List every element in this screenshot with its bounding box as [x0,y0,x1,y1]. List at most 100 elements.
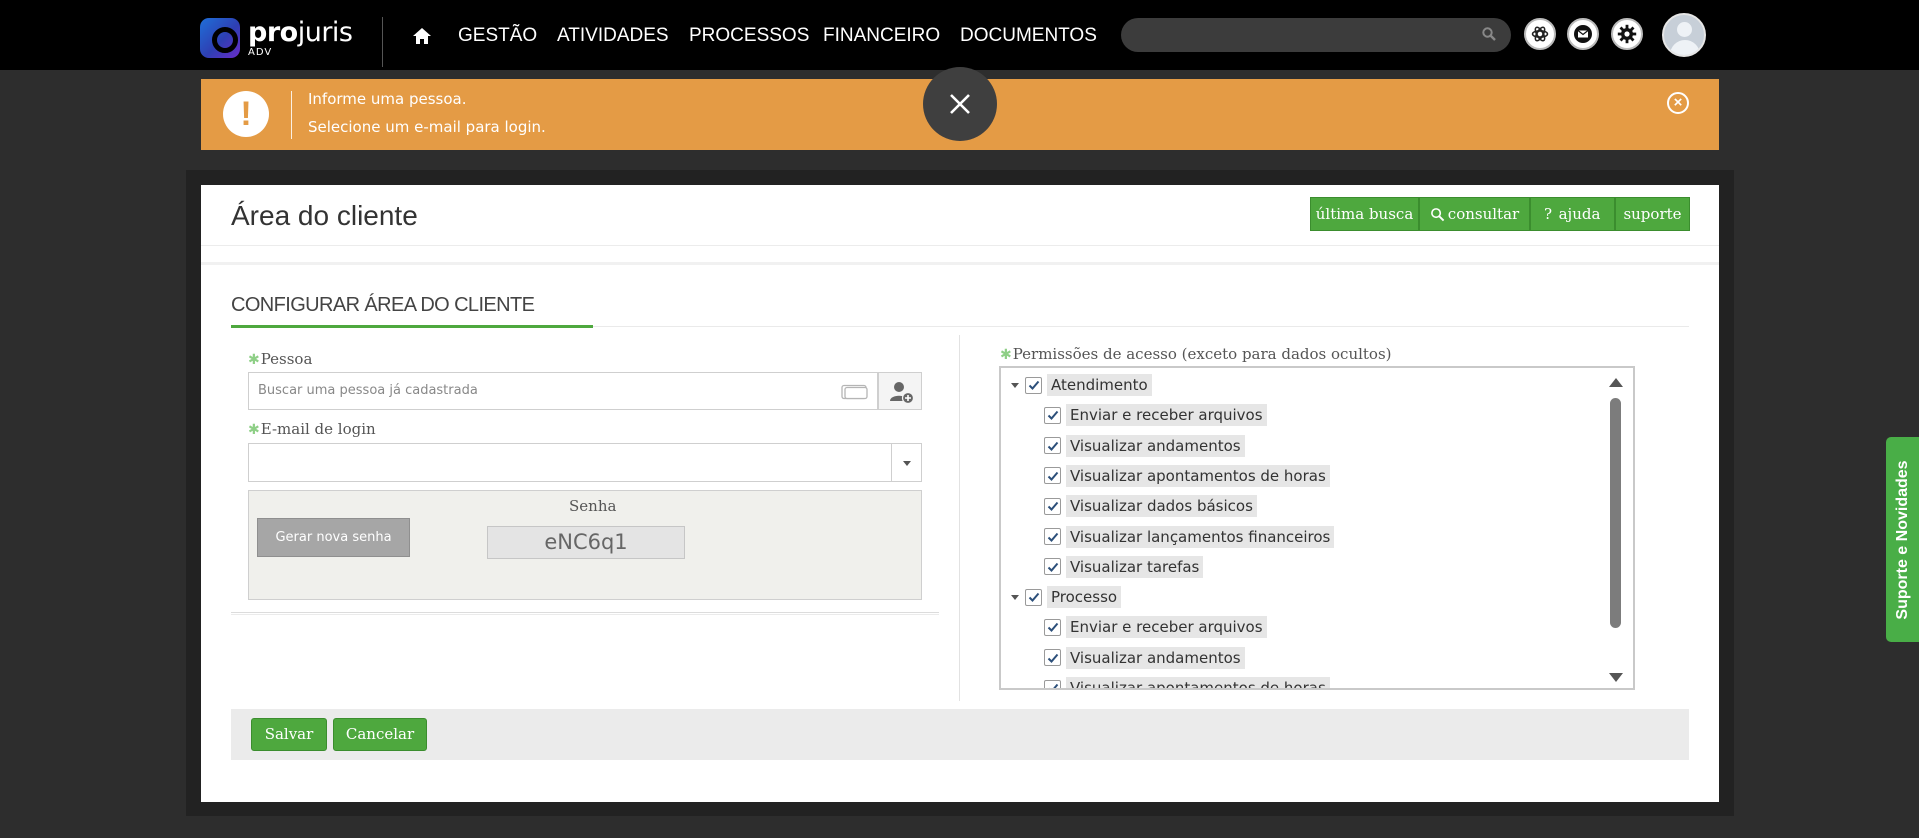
tree-item[interactable]: Visualizar andamentos [1044,434,1245,457]
nav-financeiro[interactable]: FINANCEIRO [823,25,940,47]
logo-sub: ADV [248,47,273,58]
column-divider [231,612,939,613]
projuris-logo[interactable]: projuris ADV [200,18,360,62]
tree-item-label: Visualizar lançamentos financeiros [1066,525,1335,548]
generate-password-button[interactable]: Gerar nova senha [257,518,410,557]
help-button[interactable]: ? ajuda [1530,197,1615,231]
checkbox[interactable] [1025,588,1042,606]
tree-item[interactable]: Visualizar lançamentos financeiros [1044,525,1335,548]
tree-item-label: Visualizar andamentos [1066,646,1245,669]
exclamation-icon: ! [223,91,269,137]
column-separator [959,335,960,701]
dialog-footer: Salvar Cancelar [231,709,1689,760]
chevron-down-icon[interactable] [891,444,921,481]
header-divider [201,262,1719,265]
scroll-down-arrow[interactable] [1609,673,1623,682]
support-news-tab[interactable]: Suporte e Novidades [1886,437,1919,642]
projuris-logo-icon [200,18,240,58]
email-login-label: ✱E-mail de login [248,420,376,438]
help-button-label: ajuda [1558,205,1601,223]
alert-separator [291,91,292,139]
search-icon[interactable] [1481,26,1497,42]
permissions-label: ✱Permissões de acesso (exceto para dados… [1000,345,1392,363]
search-input[interactable] [1121,18,1511,52]
settings-button[interactable] [1611,18,1643,50]
section-underline [231,325,593,328]
alert-message: Selecione um e-mail para login. [308,118,546,136]
password-value: eNC6q1 [487,526,685,559]
close-overlay-button[interactable] [923,67,997,141]
checkbox[interactable] [1044,649,1061,667]
caret-down-icon[interactable] [1011,594,1019,600]
checkbox[interactable] [1044,406,1061,424]
consult-button[interactable]: consultar [1419,197,1530,231]
logo-name-bold: pro [248,17,298,48]
last-search-button[interactable]: última busca [1310,197,1419,231]
search-icon [1431,208,1445,222]
checkbox[interactable] [1044,467,1061,485]
pessoa-search-input[interactable]: Buscar uma pessoa já cadastrada [248,372,878,410]
tree-item[interactable]: Visualizar andamentos [1044,646,1245,669]
add-person-button[interactable] [878,372,922,410]
client-area-dialog: Área do cliente última busca consultar ?… [201,185,1719,802]
help-icon: ? [1544,205,1553,223]
openai-assistant-button[interactable] [1524,18,1556,50]
scroll-up-arrow[interactable] [1609,378,1623,387]
column-divider [231,614,939,615]
tree-item[interactable]: Visualizar apontamentos de horas [1044,464,1330,487]
email-login-select[interactable] [248,443,922,482]
support-button[interactable]: suporte [1615,197,1690,231]
messages-button[interactable] [1567,18,1599,50]
tree-item-label: Visualizar apontamentos de horas [1066,464,1330,487]
gear-icon [1617,24,1637,44]
alert-message: Informe uma pessoa. [308,90,467,108]
alert-close-icon[interactable]: × [1667,92,1689,114]
nav-gestao[interactable]: GESTÃO [458,25,537,47]
mail-icon [1574,25,1592,43]
home-icon[interactable] [412,26,432,46]
checkbox[interactable] [1044,679,1061,688]
tree-item-label: Enviar e receber arquivos [1066,616,1267,639]
header-divider [201,245,1719,246]
checkbox[interactable] [1044,437,1061,455]
tree-item-label: Visualizar dados básicos [1066,495,1257,518]
tree-item[interactable]: Enviar e receber arquivos [1044,616,1267,639]
user-avatar[interactable] [1662,13,1706,57]
section-divider [593,326,1689,327]
nav-atividades[interactable]: ATIVIDADES [557,25,669,47]
checkbox[interactable] [1044,528,1061,545]
required-asterisk: ✱ [248,352,260,368]
checkbox[interactable] [1044,618,1061,636]
tree-item[interactable]: Enviar e receber arquivos [1044,404,1267,427]
add-person-icon [890,382,915,405]
save-button[interactable]: Salvar [251,718,327,751]
support-news-label: Suporte e Novidades [1893,459,1911,620]
close-icon [950,94,970,114]
id-card-icon[interactable] [841,384,869,400]
pessoa-label: ✱Pessoa [248,350,313,368]
scrollbar-thumb[interactable] [1610,398,1621,628]
permissions-tree[interactable]: Atendimento Enviar e receber arquivos Visu… [999,366,1635,690]
nav-processos[interactable]: PROCESSOS [689,25,809,47]
cancel-button[interactable]: Cancelar [333,718,427,751]
tree-item[interactable]: Visualizar tarefas [1044,555,1204,578]
nav-documentos[interactable]: DOCUMENTOS [960,25,1097,47]
tree-group-label: Processo [1047,586,1122,609]
tree-group-label: Atendimento [1047,374,1152,396]
tree-item[interactable]: Visualizar apontamentos de horas [1044,677,1330,688]
tree-item-label: Visualizar apontamentos de horas [1066,677,1330,688]
page-title: Área do cliente [231,200,418,231]
tree-group[interactable]: Atendimento [1011,374,1152,396]
tree-item-label: Visualizar andamentos [1066,434,1245,457]
tree-group[interactable]: Processo [1011,586,1122,609]
logo-name-rest: juris [297,17,353,48]
tree-item-label: Enviar e receber arquivos [1066,404,1267,427]
caret-down-icon[interactable] [1011,382,1019,388]
tree-item[interactable]: Visualizar dados básicos [1044,495,1257,518]
openai-icon [1531,26,1549,42]
checkbox[interactable] [1044,497,1061,515]
checkbox[interactable] [1025,376,1042,394]
required-asterisk: ✱ [248,422,260,438]
senha-label: Senha [569,497,617,515]
checkbox[interactable] [1044,558,1061,576]
